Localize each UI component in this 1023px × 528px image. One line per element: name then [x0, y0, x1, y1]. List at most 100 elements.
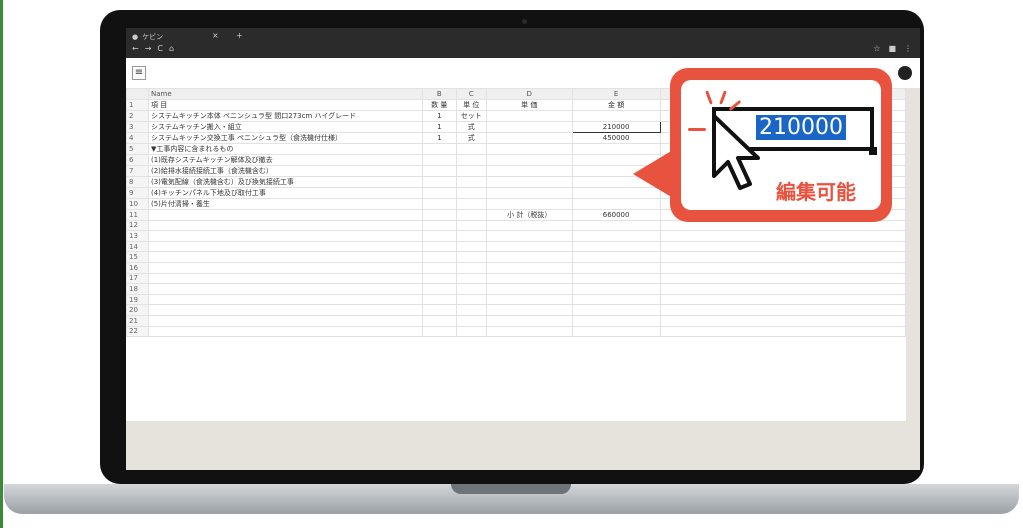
forward-icon[interactable]: → [145, 44, 152, 53]
amount-cell[interactable] [571, 230, 661, 242]
price-cell[interactable]: 小 計（税抜） [485, 208, 573, 221]
price-cell[interactable] [485, 240, 573, 253]
unit-cell[interactable] [455, 314, 487, 327]
amount-cell[interactable] [571, 304, 661, 316]
unit-cell[interactable] [455, 142, 487, 155]
column-header-b[interactable]: B [421, 88, 457, 100]
price-cell[interactable] [485, 293, 573, 306]
item-cell[interactable]: (4)キッチンパネル下地及び取付工事 [147, 186, 423, 199]
price-cell[interactable] [485, 153, 573, 166]
account-icon[interactable] [898, 66, 912, 80]
blank-cell[interactable] [659, 240, 906, 253]
amount-cell[interactable]: 金 額 [571, 98, 661, 111]
item-cell[interactable]: ▼工事内容に含まれるもの [147, 142, 423, 155]
qty-cell[interactable] [421, 142, 457, 155]
item-cell[interactable] [147, 230, 423, 242]
item-cell[interactable] [147, 208, 423, 221]
price-cell[interactable] [485, 283, 573, 295]
blank-cell[interactable] [659, 325, 906, 338]
price-cell[interactable] [485, 142, 573, 155]
more-icon[interactable]: ⋮ [904, 44, 912, 53]
qty-cell[interactable] [421, 208, 457, 221]
unit-cell[interactable] [455, 272, 487, 285]
item-cell[interactable] [147, 293, 423, 306]
qty-cell[interactable]: 1 [421, 109, 457, 122]
unit-cell[interactable] [455, 153, 487, 166]
unit-cell[interactable] [455, 175, 487, 188]
qty-cell[interactable] [421, 186, 457, 199]
qty-cell[interactable] [421, 197, 457, 210]
unit-cell[interactable]: 単 位 [455, 98, 487, 111]
item-cell[interactable] [147, 261, 423, 274]
item-cell[interactable] [147, 314, 423, 327]
unit-cell[interactable] [455, 186, 487, 199]
qty-cell[interactable] [421, 175, 457, 188]
browser-tab[interactable]: ● ケビン [132, 31, 236, 42]
amount-cell[interactable]: 210000 [571, 120, 661, 133]
menu-icon[interactable]: ≡ [132, 66, 146, 80]
reload-icon[interactable]: C [157, 44, 163, 53]
amount-cell[interactable] [571, 109, 661, 122]
unit-cell[interactable] [455, 240, 487, 253]
qty-cell[interactable] [421, 219, 457, 232]
item-cell[interactable]: (1)既存システムキッチン解体及び撤去 [147, 153, 423, 166]
item-cell[interactable] [147, 251, 423, 263]
unit-cell[interactable] [455, 261, 487, 274]
amount-cell[interactable] [571, 240, 661, 253]
blank-cell[interactable] [659, 304, 906, 316]
qty-cell[interactable] [421, 251, 457, 263]
column-header-d[interactable]: D [485, 88, 573, 100]
item-cell[interactable] [147, 325, 423, 338]
amount-cell[interactable] [571, 293, 661, 306]
amount-cell[interactable]: 660000 [571, 208, 661, 221]
unit-cell[interactable] [455, 219, 487, 232]
amount-cell[interactable]: 450000 [571, 131, 661, 144]
price-cell[interactable] [485, 261, 573, 274]
qty-cell[interactable] [421, 283, 457, 295]
unit-cell[interactable] [455, 304, 487, 316]
unit-cell[interactable]: 式 [455, 120, 487, 133]
blank-cell[interactable] [659, 283, 906, 295]
blank-cell[interactable] [659, 293, 906, 306]
price-cell[interactable]: 単 価 [485, 98, 573, 111]
unit-cell[interactable] [455, 208, 487, 221]
item-cell[interactable]: システムキッチン本体 ペニンシュラ型 間口273cm ハイグレード [147, 109, 423, 122]
fill-handle[interactable] [869, 147, 877, 155]
item-cell[interactable] [147, 240, 423, 253]
price-cell[interactable] [485, 109, 573, 122]
price-cell[interactable] [485, 304, 573, 316]
unit-cell[interactable] [455, 251, 487, 263]
amount-cell[interactable] [571, 261, 661, 274]
qty-cell[interactable] [421, 293, 457, 306]
item-cell[interactable]: システムキッチン交換工事 ペニンシュラ型（食洗機付仕様） [147, 131, 423, 144]
price-cell[interactable] [485, 314, 573, 327]
unit-cell[interactable] [455, 164, 487, 177]
blank-cell[interactable] [659, 272, 906, 285]
price-cell[interactable] [485, 219, 573, 232]
amount-cell[interactable] [571, 251, 661, 263]
price-cell[interactable] [485, 325, 573, 338]
blank-cell[interactable] [659, 314, 906, 327]
column-header-c[interactable]: C [455, 88, 487, 100]
blank-cell[interactable] [659, 261, 906, 274]
qty-cell[interactable]: 1 [421, 131, 457, 144]
qty-cell[interactable] [421, 272, 457, 285]
price-cell[interactable] [485, 186, 573, 199]
qty-cell[interactable] [421, 314, 457, 327]
unit-cell[interactable] [455, 230, 487, 242]
qty-cell[interactable] [421, 230, 457, 242]
bookmark-icon[interactable]: ☆ [873, 44, 880, 53]
back-icon[interactable]: ← [132, 44, 139, 53]
qty-cell[interactable] [421, 261, 457, 274]
unit-cell[interactable] [455, 283, 487, 295]
price-cell[interactable] [485, 120, 573, 133]
tab-close-icon[interactable]: × [212, 31, 219, 40]
new-tab-icon[interactable]: + [236, 31, 243, 40]
unit-cell[interactable] [455, 197, 487, 210]
price-cell[interactable] [485, 131, 573, 144]
amount-cell[interactable] [571, 272, 661, 285]
blank-cell[interactable] [659, 251, 906, 263]
edit-cell-value[interactable]: 210000 [756, 115, 846, 140]
item-cell[interactable]: (5)片付清掃・養生 [147, 197, 423, 210]
qty-cell[interactable] [421, 304, 457, 316]
